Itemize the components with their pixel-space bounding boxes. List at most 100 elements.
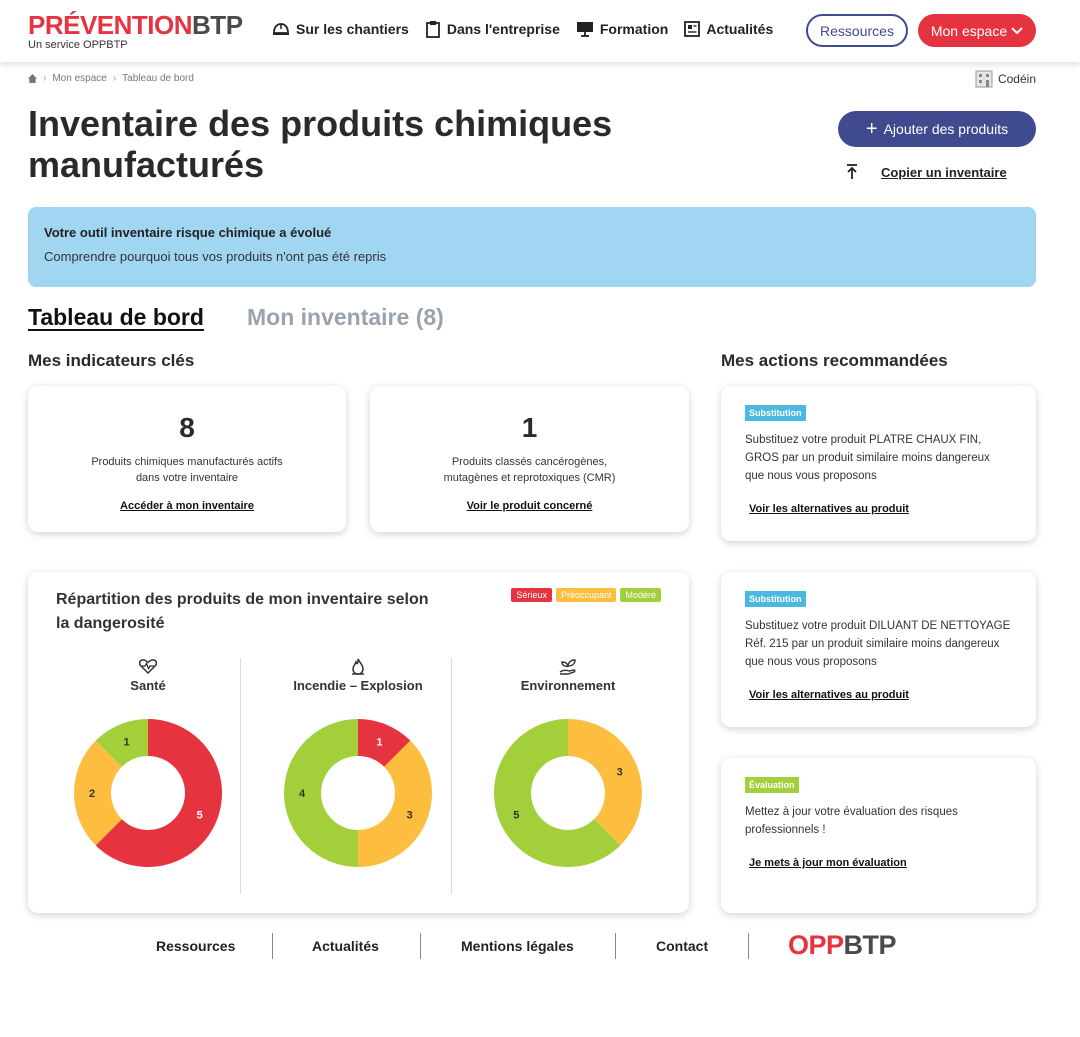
nav-item-label: Actualités — [706, 21, 774, 37]
action-card-evaluation: Évaluation Mettez à jour votre évaluatio… — [721, 758, 1036, 913]
donut-title: Santé — [130, 678, 166, 693]
donut-slice-modere — [284, 719, 358, 867]
hardhat-icon — [273, 23, 289, 35]
view-alternatives-link[interactable]: Voir les alternatives au produit — [749, 503, 909, 515]
page-title: Inventaire des produits chimiques manufa… — [28, 103, 613, 185]
donut-chart: 35 — [494, 719, 642, 867]
donut-value-label: 3 — [617, 767, 623, 779]
nav-item-chantiers[interactable]: Sur les chantiers — [272, 21, 409, 37]
donut-slice-preoccupant — [358, 740, 432, 867]
add-products-label: Ajouter des produits — [883, 121, 1009, 137]
footer-divider — [748, 933, 749, 959]
action-text: Substituez votre produit PLATRE CHAUX FI… — [745, 434, 990, 482]
user-name: Codéin — [997, 72, 1036, 86]
footer-link-resources[interactable]: Ressources — [156, 938, 235, 954]
update-evaluation-link[interactable]: Je mets à jour mon évaluation — [749, 857, 907, 869]
view-product-link[interactable]: Voir le produit concerné — [467, 500, 593, 512]
footer-logo-red: OPP — [788, 930, 844, 960]
donut-health: Santé 5 2 1 — [43, 658, 253, 878]
donut-value-label: 1 — [124, 736, 130, 748]
kpi-value: 1 — [521, 412, 538, 443]
legend-item-concerning: Préoccupant — [555, 588, 617, 602]
copy-inventory-label: Copier un inventaire — [881, 164, 1007, 180]
nav-item-label: Sur les chantiers — [296, 21, 409, 37]
presentation-icon — [576, 22, 593, 37]
kpi-value: 8 — [179, 412, 195, 443]
footer-divider — [420, 933, 421, 959]
site-footer: Ressources Actualités Mentions légales C… — [0, 928, 1080, 964]
breadcrumb: › Mon espace › Tableau de bord — [28, 73, 194, 84]
resources-button[interactable]: Ressources — [806, 14, 908, 47]
action-text: Mettez à jour votre évaluation des risqu… — [745, 806, 958, 836]
chart-legend: Sérieux Préoccupant Modéré — [507, 588, 661, 602]
donut-fire-explosion: Incendie – Explosion 1 3 4 — [253, 658, 463, 878]
action-card-substitution-1: Substitution Substituez votre produit PL… — [721, 386, 1036, 541]
nav-item-label: Formation — [599, 21, 669, 37]
my-space-label: Mon espace — [930, 22, 1008, 39]
kpi-card-cmr-products: 1 Produits classés cancérogènes, mutagène… — [370, 386, 689, 532]
breadcrumb-item: Tableau de bord — [122, 73, 194, 84]
oppbtp-logo[interactable]: OPPBTP — [788, 930, 897, 961]
legend-item-moderate: Modéré — [620, 588, 661, 602]
logo-text-dark: BTP — [192, 10, 243, 40]
action-text: Substituez votre produit DILUANT DE NETT… — [745, 620, 1011, 668]
footer-divider — [272, 933, 273, 959]
footer-divider — [615, 933, 616, 959]
action-tag: Évaluation — [745, 777, 799, 793]
action-card-substitution-2: Substitution Substituez votre produit DI… — [721, 572, 1036, 727]
donut-title: Environnement — [520, 678, 616, 693]
donut-value-label: 2 — [89, 788, 95, 800]
footer-link-contact[interactable]: Contact — [656, 938, 708, 954]
donut-slice-preoccupant — [568, 719, 642, 846]
user-account[interactable]: Codéin — [975, 70, 1036, 88]
kpi-label: Produits chimiques manufacturés actifs da… — [28, 454, 346, 486]
kpi-card-active-products: 8 Produits chimiques manufacturés actifs… — [28, 386, 346, 532]
column-divider — [240, 658, 241, 894]
flame-icon — [352, 658, 364, 675]
kpi-label-line: mutagènes et reprotoxiques (CMR) — [443, 472, 616, 484]
newspaper-icon — [684, 21, 701, 37]
footer-link-legal[interactable]: Mentions légales — [461, 938, 574, 954]
my-space-button[interactable]: Mon espace — [918, 14, 1036, 47]
plus-icon: + — [865, 118, 878, 140]
nav-item-entreprise[interactable]: Dans l'entreprise — [425, 20, 560, 38]
kpi-label-line: dans votre inventaire — [135, 472, 239, 484]
building-icon — [975, 70, 993, 88]
banner-text: Comprendre pourquoi tous vos produits n'… — [44, 249, 387, 264]
action-tag: Substitution — [745, 591, 806, 607]
column-divider — [451, 658, 452, 894]
donut-chart: 1 3 4 — [284, 719, 432, 867]
chevron-right-icon: › — [43, 73, 47, 84]
add-products-button[interactable]: + Ajouter des produits — [838, 111, 1036, 147]
legend-item-serious: Sérieux — [511, 588, 552, 602]
heart-pulse-icon — [138, 659, 158, 675]
breadcrumb-item[interactable]: Mon espace — [52, 73, 106, 84]
logo-subtitle: Un service OPPBTP — [28, 39, 128, 51]
plant-hand-icon — [559, 659, 576, 675]
donut-value-label: 5 — [197, 809, 203, 821]
view-alternatives-link[interactable]: Voir les alternatives au produit — [749, 689, 909, 701]
nav-item-formation[interactable]: Formation — [576, 21, 668, 37]
site-header: PRÉVENTIONBTP Un service OPPBTP Sur les … — [0, 0, 1080, 62]
upload-icon — [847, 164, 857, 179]
site-logo[interactable]: PRÉVENTIONBTP Un service OPPBTP — [28, 12, 243, 51]
actions-heading: Mes actions recommandées — [721, 351, 948, 370]
footer-link-news[interactable]: Actualités — [312, 938, 379, 954]
nav-item-actualites[interactable]: Actualités — [684, 21, 773, 37]
tab-dashboard[interactable]: Tableau de bord — [28, 304, 204, 331]
info-banner[interactable]: Votre outil inventaire risque chimique a… — [28, 207, 1036, 287]
logo-text-red: PRÉVENTION — [28, 10, 193, 40]
kpi-label: Produits classés cancérogènes, mutagènes … — [370, 454, 689, 486]
kpi-label-line: Produits classés cancérogènes, — [451, 456, 608, 468]
donut-chart: 5 2 1 — [74, 719, 222, 867]
indicators-heading: Mes indicateurs clés — [28, 351, 195, 370]
donut-title: Incendie – Explosion — [293, 678, 423, 693]
access-inventory-link[interactable]: Accéder à mon inventaire — [120, 500, 254, 512]
tab-inventory[interactable]: Mon inventaire (8) — [247, 304, 444, 331]
home-icon[interactable] — [28, 74, 37, 83]
copy-inventory-link[interactable]: Copier un inventaire — [845, 164, 1007, 180]
chevron-right-icon: › — [112, 73, 117, 84]
kpi-label-line: Produits chimiques manufacturés actifs — [91, 456, 283, 468]
clipboard-icon — [425, 21, 440, 38]
nav-item-label: Dans l'entreprise — [446, 21, 560, 37]
